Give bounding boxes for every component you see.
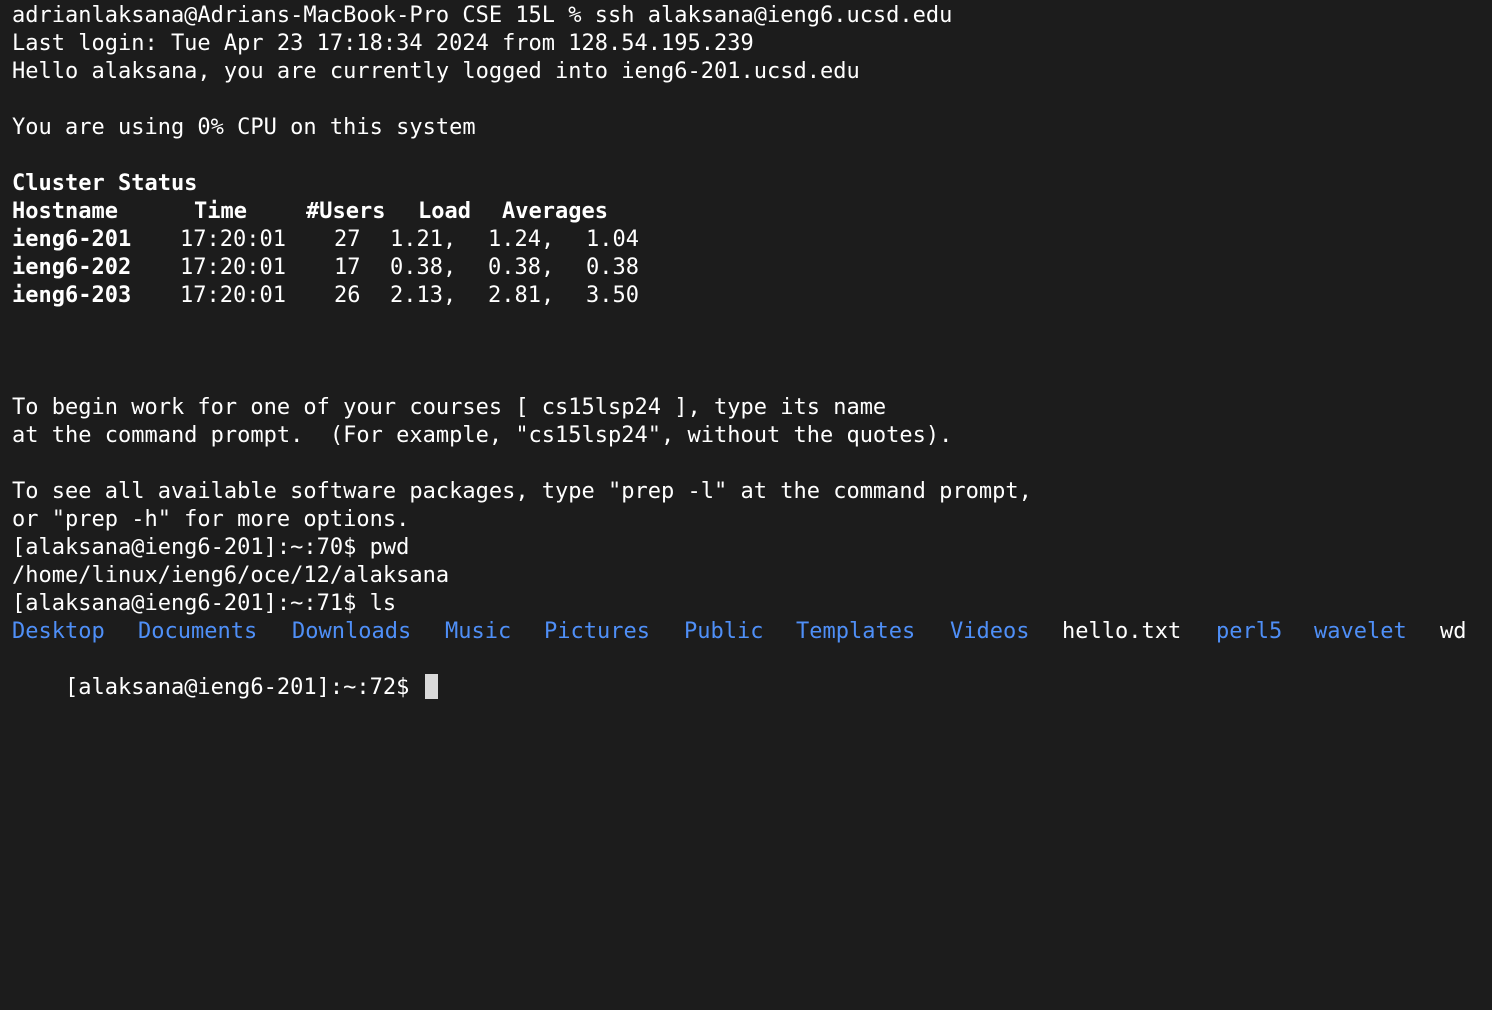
cluster-avg3: 0.38 xyxy=(586,255,639,280)
ls-output-line: Desktop Documents Downloads Music Pictur… xyxy=(12,618,1482,646)
cluster-users: 17 xyxy=(334,255,361,280)
ls-entry-music: Music xyxy=(445,619,512,644)
last-login-line: Last login: Tue Apr 23 17:18:34 2024 fro… xyxy=(12,31,754,56)
cluster-load: 1.21, xyxy=(390,227,457,252)
ls-entry-videos: Videos xyxy=(950,619,1030,644)
cluster-avg2: 2.81, xyxy=(488,283,555,308)
cluster-row: ieng6-202 17:20:01 17 0.38, 0.38, 0.38 xyxy=(12,254,712,282)
cluster-avg2: 1.24, xyxy=(488,227,555,252)
header-hostname: Hostname xyxy=(12,199,118,224)
ssh-command-line: adrianlaksana@Adrians-MacBook-Pro CSE 15… xyxy=(12,3,953,28)
ls-entry-documents: Documents xyxy=(138,619,258,644)
cluster-row: ieng6-201 17:20:01 27 1.21, 1.24, 1.04 xyxy=(12,226,712,254)
cluster-avg3: 3.50 xyxy=(586,283,639,308)
hello-line: Hello alaksana, you are currently logged… xyxy=(12,59,860,84)
pwd-output-line: /home/linux/ieng6/oce/12/alaksana xyxy=(12,563,450,588)
ls-entry-wd: wd xyxy=(1440,619,1467,644)
cluster-time: 17:20:01 xyxy=(180,283,286,308)
cluster-hostname: ieng6-203 xyxy=(12,283,132,308)
cluster-avg2: 0.38, xyxy=(488,255,555,280)
header-users: #Users xyxy=(306,199,386,224)
cluster-users: 27 xyxy=(334,227,361,252)
current-prompt-line[interactable]: [alaksana@ieng6-201]:~:72$ xyxy=(12,646,438,700)
ls-prompt-line: [alaksana@ieng6-201]:~:71$ ls xyxy=(12,591,397,616)
cursor-block xyxy=(424,673,438,699)
cluster-time: 17:20:01 xyxy=(180,255,286,280)
cluster-status-header: Hostname Time #Users Load Averages xyxy=(12,198,712,226)
ls-entry-pictures: Pictures xyxy=(544,619,650,644)
course-info-line: at the command prompt. (For example, "cs… xyxy=(12,423,953,448)
current-prompt: [alaksana@ieng6-201]:~:72$ xyxy=(64,675,423,700)
pwd-prompt-line: [alaksana@ieng6-201]:~:70$ pwd xyxy=(12,535,410,560)
cluster-users: 26 xyxy=(334,283,361,308)
cluster-time: 17:20:01 xyxy=(180,227,286,252)
prep-info-line: To see all available software packages, … xyxy=(12,479,1032,504)
cluster-hostname: ieng6-202 xyxy=(12,255,132,280)
prep-info-line: or "prep -h" for more options. xyxy=(12,507,410,532)
ls-entry-templates: Templates xyxy=(796,619,916,644)
ls-entry-desktop: Desktop xyxy=(12,619,105,644)
cluster-load: 2.13, xyxy=(390,283,457,308)
cluster-hostname: ieng6-201 xyxy=(12,227,132,252)
cluster-avg3: 1.04 xyxy=(586,227,639,252)
ls-entry-hello-txt: hello.txt xyxy=(1062,619,1182,644)
cluster-status-title: Cluster Status xyxy=(12,171,198,196)
ls-entry-downloads: Downloads xyxy=(292,619,412,644)
cluster-load: 0.38, xyxy=(390,255,457,280)
course-info-line: To begin work for one of your courses [ … xyxy=(12,395,887,420)
ls-entry-perl5: perl5 xyxy=(1216,619,1283,644)
header-averages: Averages xyxy=(502,199,608,224)
terminal-window[interactable]: adrianlaksana@Adrians-MacBook-Pro CSE 15… xyxy=(0,0,1492,710)
cluster-row: ieng6-203 17:20:01 26 2.13, 2.81, 3.50 xyxy=(12,282,712,310)
ls-entry-wavelet: wavelet xyxy=(1314,619,1407,644)
header-time: Time xyxy=(194,199,247,224)
ls-entry-public: Public xyxy=(684,619,764,644)
header-load: Load xyxy=(418,199,471,224)
cpu-usage-line: You are using 0% CPU on this system xyxy=(12,115,476,140)
